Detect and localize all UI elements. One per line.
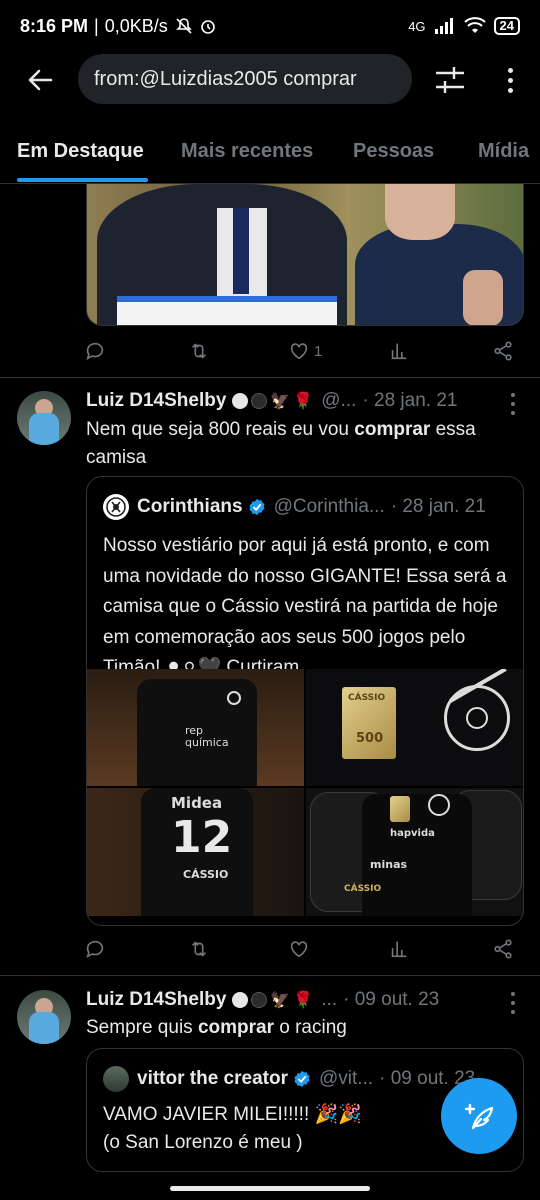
retweet-icon: [191, 941, 207, 957]
signal-icon: [434, 18, 453, 34]
like-button[interactable]: [288, 938, 310, 960]
quoted-avatar: [103, 1066, 129, 1092]
tab-em-destaque[interactable]: Em Destaque: [17, 140, 144, 163]
search-input[interactable]: from:@Luizdias2005 comprar: [78, 54, 412, 104]
compose-icon: [464, 1103, 494, 1130]
alarm-icon: [200, 20, 215, 34]
quoted-tweet-header: Corinthians @Corinthia... · 28 jan. 21: [103, 494, 486, 520]
tweet-more-icon[interactable]: [510, 393, 516, 415]
media-image-1[interactable]: rep química: [87, 669, 304, 786]
reply-icon: [86, 342, 104, 360]
quoted-author-handle: @vit...: [318, 1068, 374, 1089]
tweet-text: Nem que seja 800 reais eu vou comprar es…: [86, 419, 476, 468]
tweet-text: Sempre quis comprar o racing: [86, 1017, 347, 1038]
like-button[interactable]: 1: [288, 340, 322, 362]
quoted-tweet-date: · 28 jan. 21: [390, 496, 486, 517]
like-icon: [290, 343, 308, 360]
battery-indicator: 24: [493, 17, 520, 35]
quoted-author-handle: @Corinthia...: [273, 496, 385, 517]
mute-icon: [175, 18, 192, 34]
tweet-actions: 1: [84, 337, 524, 367]
tweet-date[interactable]: · 09 out. 23: [343, 989, 439, 1011]
reply-button[interactable]: [84, 938, 106, 960]
tab-midia[interactable]: Mídia: [478, 140, 529, 163]
tweet-date[interactable]: · 28 jan. 21: [362, 390, 457, 412]
author-name[interactable]: Luiz D14Shelby: [86, 989, 226, 1011]
home-indicator: [170, 1186, 370, 1191]
like-icon: [290, 941, 308, 958]
quoted-author-name: Corinthians: [137, 496, 243, 517]
quoted-tweet-header: vittor the creator @vit... · 09 out. 23: [103, 1066, 475, 1092]
retweet-icon: [191, 343, 207, 359]
share-button[interactable]: [492, 340, 514, 362]
back-button[interactable]: [22, 62, 58, 98]
quoted-author-name: vittor the creator: [137, 1068, 288, 1089]
name-emojis: 🦅 🌹: [232, 391, 313, 411]
name-emojis: 🦅 🌹: [232, 990, 313, 1010]
status-separator: |: [94, 15, 99, 36]
status-time: 8:16 PM: [20, 15, 89, 36]
active-tab-indicator: [17, 178, 148, 182]
back-arrow-icon: [28, 69, 53, 91]
search-tabs: Em Destaque Mais recentes Pessoas Mídia: [0, 126, 540, 184]
corinthians-logo-icon: [103, 494, 129, 520]
quoted-media-grid: rep química CÁSSIO 500 Midea 12 CÁSSIO h…: [87, 669, 523, 916]
media-image-2[interactable]: CÁSSIO 500: [306, 669, 523, 786]
retweet-button[interactable]: [188, 938, 210, 960]
reply-icon: [86, 940, 104, 958]
reply-button[interactable]: [84, 340, 106, 362]
views-button[interactable]: [388, 938, 410, 960]
views-button[interactable]: [388, 340, 410, 362]
retweet-button[interactable]: [188, 340, 210, 362]
tweet-header: Luiz D14Shelby 🦅 🌹 @... · 28 jan. 21: [86, 390, 457, 412]
quoted-tweet[interactable]: Corinthians @Corinthia... · 28 jan. 21 N…: [86, 476, 524, 926]
tweet-more-icon[interactable]: [510, 992, 516, 1014]
share-icon: [494, 939, 512, 959]
filter-button[interactable]: [432, 64, 468, 96]
tab-mais-recentes[interactable]: Mais recentes: [181, 140, 313, 163]
views-icon: [391, 941, 407, 958]
quoted-tweet-text: Nosso vestiário por aqui já está pronto,…: [103, 535, 507, 678]
network-type: 4G: [408, 18, 426, 34]
author-handle[interactable]: ...: [321, 989, 337, 1011]
filter-icon: [436, 67, 464, 93]
verified-icon: [294, 1070, 310, 1088]
verified-icon: [249, 498, 265, 516]
avatar[interactable]: [17, 391, 71, 445]
share-button[interactable]: [492, 938, 514, 960]
status-net-speed: 0,0KB/s: [104, 15, 168, 36]
status-bar: 8:16 PM | 0,0KB/s 4G 24: [0, 0, 540, 52]
author-handle[interactable]: @...: [321, 390, 356, 412]
avatar[interactable]: [17, 990, 71, 1044]
compose-button[interactable]: [441, 1078, 517, 1154]
more-vertical-icon[interactable]: [496, 62, 524, 98]
tweet-image[interactable]: [86, 184, 524, 326]
author-name[interactable]: Luiz D14Shelby: [86, 390, 226, 412]
search-header: from:@Luizdias2005 comprar: [0, 52, 540, 108]
tweet-actions: [84, 935, 524, 965]
views-icon: [391, 343, 407, 360]
tweet-divider: [0, 377, 540, 378]
tweet-header: Luiz D14Shelby 🦅 🌹 ... · 09 out. 23: [86, 989, 439, 1011]
share-icon: [494, 341, 512, 361]
media-image-4[interactable]: hapvida minas CÁSSIO: [306, 788, 523, 916]
tweet-divider: [0, 975, 540, 976]
like-count: 1: [314, 342, 323, 360]
tab-pessoas[interactable]: Pessoas: [353, 140, 434, 163]
wifi-icon: [463, 17, 486, 33]
media-image-3[interactable]: Midea 12 CÁSSIO: [87, 788, 304, 916]
